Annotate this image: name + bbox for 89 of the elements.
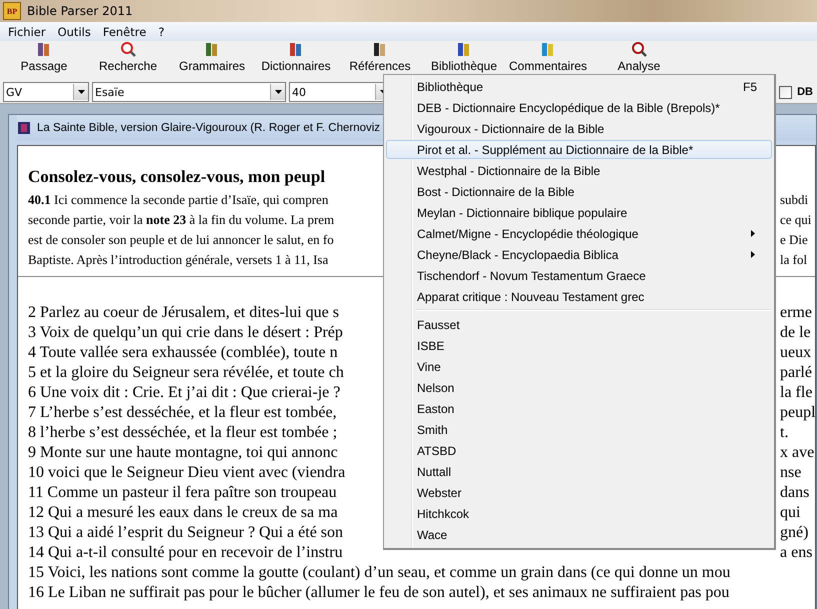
menu-item[interactable]: Bost - Dictionnaire de la Bible — [386, 182, 772, 201]
magnifier-icon — [631, 41, 647, 57]
verse-text: 4 Toute vallée sera exhaussée (comblée), toute n — [28, 344, 338, 361]
window-title: Bible Parser 2011 — [27, 4, 133, 18]
books-icon — [372, 41, 388, 57]
verse-text: 5 et la gloire du Seigneur sera révélée, et toute ch — [28, 364, 344, 381]
toolbar-button[interactable]: Passage — [2, 41, 86, 73]
verse-text: 12 Qui a mesuré les eaux dans le creux de sa ma — [28, 504, 338, 521]
menu-item[interactable]: Westphal - Dictionnaire de la Bible — [386, 161, 772, 180]
verse-text: 15 Voici, les nations sont comme la goutte (coulant) d’un seau, et comme un grain dans (ce qui donne un mou — [28, 564, 730, 581]
verse-text: nse — [780, 463, 802, 483]
submenu-arrow-icon — [751, 230, 755, 237]
note-text: la fol — [780, 251, 808, 269]
verse-text: 16 Le Liban ne suffirait pas pour le bûcher (allumer le feu de son autel), et ses animaux ne suffiraient pas pou — [28, 584, 730, 601]
menu-item[interactable]: Easton — [386, 399, 772, 418]
submenu-arrow-icon — [751, 251, 755, 258]
verse-text: 14 Qui a-t-il consulté pour en recevoir de l’instru — [28, 544, 343, 561]
verse-text: 6 Une voix dit : Crie. Et j’ai dit : Que crierai-je ? — [28, 384, 340, 401]
menu-item[interactable]: Vine — [386, 357, 772, 376]
magnifier-icon — [120, 41, 136, 57]
menu-item[interactable]: Apparat critique : Nouveau Testament grec — [386, 287, 772, 306]
verse-text: de le — [780, 323, 811, 343]
bible-icon — [17, 121, 31, 135]
menu-item[interactable]: Fichier — [2, 24, 52, 38]
toolbar-button[interactable]: Recherche — [86, 41, 170, 73]
toolbar-button[interactable]: Bibliothèque — [422, 41, 506, 73]
dropdown-field[interactable]: Esaïe — [92, 82, 286, 102]
verse-text: gné) — [780, 523, 808, 543]
menu-item[interactable]: Nuttall — [386, 462, 772, 481]
verse-text: ueux — [780, 343, 812, 363]
verse-text: a ens — [780, 543, 812, 563]
toolbar-button[interactable]: Grammaires — [170, 41, 254, 73]
menu-item[interactable]: Fausset — [386, 315, 772, 334]
note-text: est de consoler son peuple et de lui annoncer le salut, en fo — [28, 232, 334, 247]
toolbar-button[interactable]: Références — [338, 41, 422, 73]
menu-item[interactable]: Cheyne/Black - Encyclopaedia Biblica — [386, 245, 772, 264]
menu-item[interactable]: Calmet/Migne - Encyclopédie théologique — [386, 224, 772, 243]
verse-text: 3 Voix de quelqu’un qui crie dans le désert : Prép — [28, 324, 343, 341]
note-text: seconde partie, voir la note 23 à la fin du volume. La prem — [28, 212, 334, 227]
menu-item[interactable]: Wace — [386, 525, 772, 544]
toolbar-button[interactable]: Analyse — [597, 41, 681, 73]
dropdown-caret-icon — [78, 90, 84, 94]
verse-text: parlé — [780, 363, 812, 383]
toolbar-button[interactable]: Dictionnaires — [254, 41, 338, 73]
menu-item[interactable]: Outils — [52, 24, 97, 38]
verse-text: 11 Comme un pasteur il fera paître son troupeau — [28, 484, 337, 501]
verse-text: x ave — [780, 443, 814, 463]
app-logo-icon: BP — [3, 2, 21, 20]
verse-text: peupl — [780, 403, 815, 423]
books-icon — [36, 41, 52, 57]
verse-text: la fle — [780, 383, 812, 403]
menu-item[interactable]: Nelson — [386, 378, 772, 397]
verse-text: 2 Parlez au coeur de Jérusalem, et dites-lui que s — [28, 304, 339, 321]
books-icon — [288, 41, 304, 57]
verse-text: 9 Monte sur une haute montagne, toi qui annonc — [28, 444, 338, 461]
menu-item[interactable]: ? — [152, 24, 170, 38]
verse-text: 8 l’herbe s’est desséchée, et la fleur est tombée ; — [28, 424, 338, 441]
books-icon — [204, 41, 220, 57]
menu-item[interactable]: Webster — [386, 483, 772, 502]
menu-item[interactable]: Fenêtre — [96, 24, 152, 38]
verse-text: t. — [780, 423, 788, 443]
books-icon — [456, 41, 472, 57]
note-text: Baptiste. Après l’introduction générale, versets 1 à 11, Isa — [28, 252, 328, 267]
note-text: 40.1 Ici commence la seconde partie d’Isaïe, qui compren — [28, 192, 328, 207]
checkbox-label: DB — [797, 86, 813, 98]
menu-item[interactable]: Smith — [386, 420, 772, 439]
dropdown-caret-icon — [274, 90, 282, 94]
menu-item[interactable]: Hitchkcok — [386, 504, 772, 523]
verse-text: 7 L’herbe s’est desséchée, et la fleur est tombée, — [28, 404, 337, 421]
checkbox[interactable] — [779, 86, 792, 98]
note-text: ce qui — [780, 211, 812, 229]
note-text: subdi — [780, 191, 808, 209]
chapter-heading: Consolez-vous, consolez-vous, mon peupl — [28, 167, 326, 186]
toolbar-button[interactable]: Commentaires — [506, 41, 590, 73]
menu-item[interactable]: Tischendorf - Novum Testamentum Graece — [386, 266, 772, 285]
menu-item[interactable]: Vigouroux - Dictionnaire de la Bible — [386, 119, 772, 138]
verse-text: erme — [780, 303, 812, 323]
menu-item[interactable]: Pirot et al. - Supplément au Dictionnaire de la Bible* — [386, 140, 772, 159]
menu-item[interactable]: ATSBD — [386, 441, 772, 460]
verse-text: 13 Qui a aidé l’esprit du Seigneur ? Qui a été son — [28, 524, 344, 541]
verse-text: 10 voici que le Seigneur Dieu vient avec (viendra — [28, 464, 346, 481]
document-title: La Sainte Bible, version Glaire-Vigouroux (R. Roger et F. Chernoviz — [37, 122, 380, 134]
books-icon — [540, 41, 556, 57]
dropdown-field[interactable]: GV — [3, 82, 89, 102]
note-text: e Die — [780, 231, 808, 249]
verse-text: dans — [780, 483, 810, 503]
verse-text: qui — [780, 503, 800, 523]
menu-item[interactable]: Meylan - Dictionnaire biblique populaire — [386, 203, 772, 222]
menu-item[interactable]: ISBE — [386, 336, 772, 355]
